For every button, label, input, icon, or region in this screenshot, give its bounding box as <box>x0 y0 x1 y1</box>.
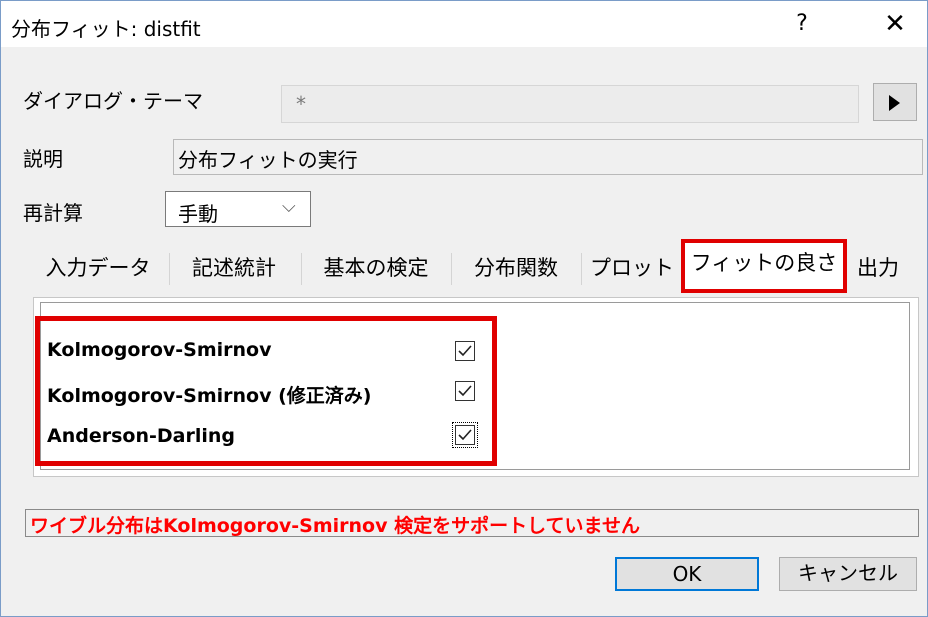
status-message-box: ワイブル分布はKolmogorov-Smirnov 検定をサポートしていません <box>25 509 919 537</box>
recalculate-select[interactable]: 手動 ⌵ <box>165 191 311 227</box>
description-field: 分布フィットの実行 <box>173 139 923 175</box>
checkmark-icon <box>458 429 472 441</box>
option-ks-corrected-checkbox[interactable] <box>455 381 475 401</box>
option-ad-checkbox[interactable] <box>452 422 478 448</box>
cancel-button[interactable]: キャンセル <box>779 557 917 591</box>
status-message: ワイブル分布はKolmogorov-Smirnov 検定をサポートしていません <box>30 515 640 537</box>
dialog-theme-field[interactable]: * <box>281 85 859 123</box>
help-button[interactable]: ? <box>784 7 820 41</box>
dialog-theme-value: * <box>296 92 306 116</box>
chevron-down-icon: ⌵ <box>282 196 296 217</box>
tab-input-data[interactable]: 入力データ <box>35 245 161 291</box>
option-ks-corrected-label: Kolmogorov-Smirnov (修正済み) <box>47 385 372 407</box>
checkmark-icon <box>458 345 472 357</box>
tab-goodness-of-fit[interactable]: フィットの良さ <box>681 239 847 293</box>
close-button[interactable]: ✕ <box>873 7 917 41</box>
checkmark-icon <box>458 385 472 397</box>
tab-basic-tests[interactable]: 基本の検定 <box>307 245 445 291</box>
option-ks-label: Kolmogorov-Smirnov <box>47 339 272 361</box>
play-arrow-icon <box>889 95 900 111</box>
option-ad-label: Anderson-Darling <box>47 425 235 447</box>
window-title: 分布フィット: distfit <box>11 17 201 41</box>
description-label: 説明 <box>23 147 63 171</box>
recalculate-value: 手動 <box>178 202 218 226</box>
tab-plot[interactable]: プロット <box>585 245 679 291</box>
ok-button[interactable]: OK <box>615 557 759 591</box>
option-ks-checkbox[interactable] <box>455 341 475 361</box>
tab-descriptive-stats[interactable]: 記述統計 <box>175 245 293 291</box>
theme-menu-button[interactable] <box>873 83 917 121</box>
tab-output[interactable]: 出力 <box>849 245 907 291</box>
title-bar: 分布フィット: distfit ? ✕ <box>1 1 927 47</box>
recalculate-label: 再計算 <box>23 201 83 225</box>
tab-distribution-functions[interactable]: 分布関数 <box>457 245 575 291</box>
description-value: 分布フィットの実行 <box>178 148 358 172</box>
dialog-theme-label: ダイアログ・テーマ <box>23 89 203 113</box>
distfit-dialog: 分布フィット: distfit ? ✕ ダイアログ・テーマ * 説明 分布フィッ… <box>0 0 928 617</box>
